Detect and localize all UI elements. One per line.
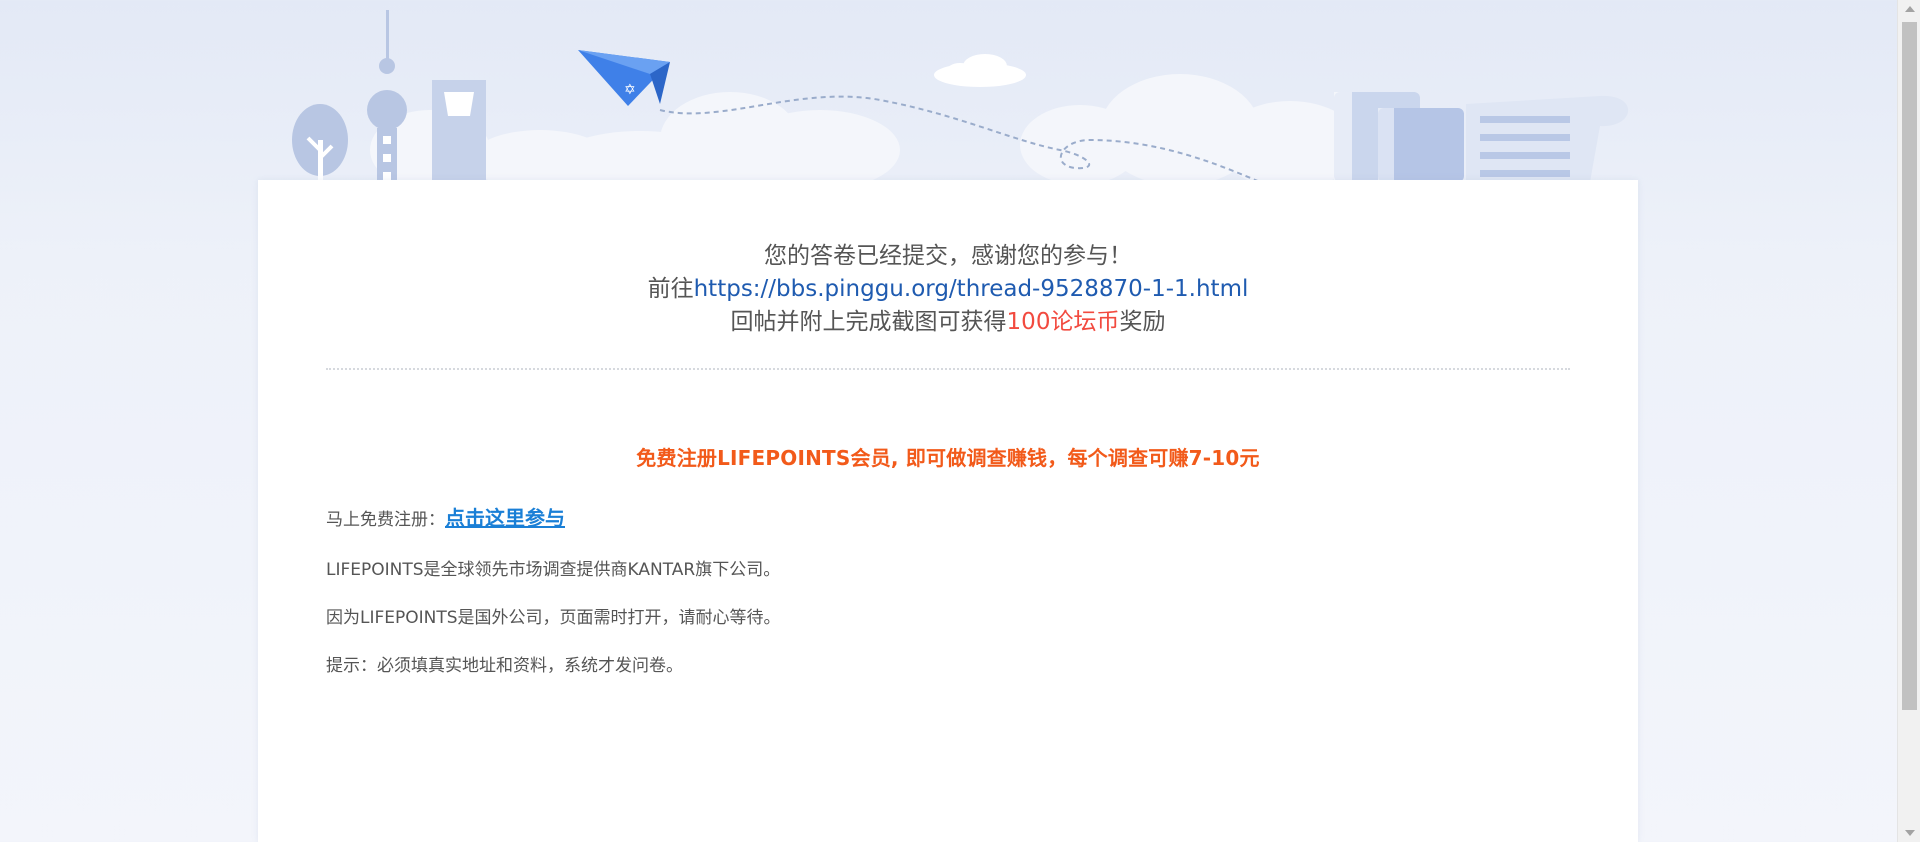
scroll-up-icon[interactable]: [1905, 6, 1915, 12]
reward-prefix: 回帖并附上完成截图可获得: [730, 309, 1007, 335]
svg-text:✡: ✡: [624, 82, 636, 98]
loading-notice: 因为LIFEPOINTS是国外公司，页面需时打开，请耐心等待。: [326, 608, 781, 628]
forum-link-line: 前往https://bbs.pinggu.org/thread-9528870-…: [258, 273, 1638, 306]
thanks-line: 您的答卷已经提交，感谢您的参与！: [764, 243, 1132, 269]
register-label: 马上免费注册：: [326, 510, 445, 530]
paper-plane-icon: ✡: [578, 50, 670, 106]
cloud-icon: [934, 54, 1026, 87]
forum-link-prefix: 前往: [647, 276, 694, 302]
tree-icon: [292, 104, 348, 182]
header-banner: ✡: [0, 0, 1897, 182]
books-icon: [1334, 92, 1464, 182]
register-link[interactable]: 点击这里参与: [445, 506, 565, 530]
reward-line: 回帖并附上完成截图可获得100论坛币奖励: [258, 306, 1638, 339]
scroll-down-icon[interactable]: [1905, 830, 1915, 836]
skyscraper-icon: [432, 80, 486, 182]
reward-amount: 100论坛币: [1006, 309, 1120, 335]
banner-illustration: ✡: [292, 10, 1629, 182]
tip-notice: 提示：必须填真实地址和资料，系统才发问卷。: [326, 656, 683, 676]
scroll-thumb[interactable]: [1902, 22, 1917, 710]
register-line: 马上免费注册：点击这里参与: [326, 506, 1526, 532]
scroll-paper-icon: [1466, 95, 1629, 182]
reward-suffix: 奖励: [1119, 309, 1166, 335]
promo-headline: 免费注册LIFEPOINTS会员, 即可做调查赚钱，每个调查可赚7-10元: [636, 446, 1260, 470]
dotted-divider: [326, 368, 1570, 370]
forum-thread-link[interactable]: https://bbs.pinggu.org/thread-9528870-1-…: [694, 276, 1249, 302]
result-card: 您的答卷已经提交，感谢您的参与！ 前往https://bbs.pinggu.or…: [258, 180, 1638, 842]
company-info: LIFEPOINTS是全球领先市场调查提供商KANTAR旗下公司。: [326, 560, 781, 580]
vertical-scrollbar[interactable]: [1897, 0, 1920, 842]
submission-message: 您的答卷已经提交，感谢您的参与！ 前往https://bbs.pinggu.or…: [258, 240, 1638, 339]
